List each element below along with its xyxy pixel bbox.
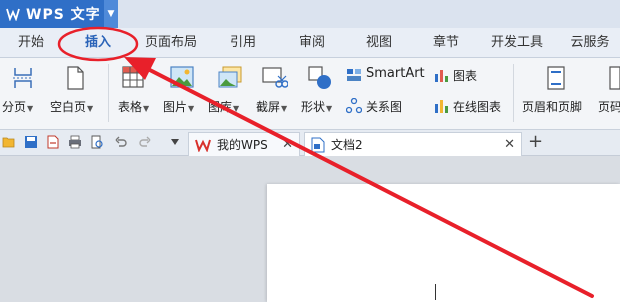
header-footer-icon[interactable] <box>546 66 566 90</box>
shapes-button[interactable]: 形状▼ <box>301 98 332 115</box>
text-cursor <box>435 284 436 300</box>
table-button[interactable]: 表格▼ <box>118 98 149 115</box>
page-break-icon[interactable] <box>12 66 34 90</box>
wps-logo-icon <box>6 8 20 21</box>
online-chart-icon[interactable] <box>434 98 450 114</box>
app-dropdown-icon[interactable]: ▼ <box>104 0 118 28</box>
screenshot-button[interactable]: 截屏▼ <box>256 98 287 115</box>
doc-tab-my-wps[interactable]: 我的WPS ✕ <box>188 132 300 156</box>
picture-icon[interactable] <box>170 66 194 88</box>
tab-references[interactable]: 引用 <box>228 28 258 58</box>
screenshot-icon[interactable] <box>262 66 288 90</box>
blank-page-button[interactable]: 空白页▼ <box>50 98 93 115</box>
document-icon <box>311 137 325 152</box>
tab-insert[interactable]: 插入 <box>83 28 113 58</box>
close-icon[interactable]: ✕ <box>504 137 515 152</box>
document-page[interactable] <box>267 184 620 302</box>
ribbon-tab-bar: 开始 插入 页面布局 引用 审阅 视图 章节 开发工具 云服务 <box>0 28 620 58</box>
chart-button[interactable]: 图表 <box>453 67 477 84</box>
app-title: WPS 文字 <box>26 7 101 23</box>
document-workspace <box>0 156 620 302</box>
customize-toolbar-icon[interactable] <box>170 138 180 146</box>
doc-tab-label: 我的WPS <box>217 138 268 152</box>
table-icon[interactable] <box>122 66 144 88</box>
page-number-icon[interactable] <box>608 66 620 90</box>
open-folder-icon[interactable] <box>2 135 16 149</box>
blank-page-icon[interactable] <box>66 66 84 90</box>
print-preview-icon[interactable] <box>90 135 104 149</box>
doc-tab-document2[interactable]: 文档2 ✕ <box>304 132 522 156</box>
online-chart-button[interactable]: 在线图表 <box>453 98 501 115</box>
wps-logo-icon <box>195 139 211 152</box>
gallery-button[interactable]: 图库▼ <box>208 98 239 115</box>
doc-tab-label: 文档2 <box>331 138 363 152</box>
picture-button[interactable]: 图片▼ <box>163 98 194 115</box>
smartart-button[interactable]: SmartArt <box>366 66 425 81</box>
gallery-icon[interactable] <box>218 66 242 88</box>
app-menu-button[interactable]: WPS 文字 ▼ <box>0 0 118 28</box>
insert-ribbon: 分页▼ 空白页▼ 表格▼ 图片▼ 图库▼ 截屏▼ 形状▼ SmartArt 图表… <box>0 58 620 130</box>
tab-home[interactable]: 开始 <box>16 28 46 58</box>
tab-sections[interactable]: 章节 <box>431 28 461 58</box>
header-footer-button[interactable]: 页眉和页脚 <box>522 98 582 115</box>
shapes-icon[interactable] <box>308 66 332 90</box>
tab-page-layout[interactable]: 页面布局 <box>143 28 199 58</box>
page-number-button[interactable]: 页码 <box>598 98 620 115</box>
save-icon[interactable] <box>24 135 38 149</box>
quick-access-bar: 我的WPS ✕ 文档2 ✕ + <box>0 130 620 156</box>
tab-view[interactable]: 视图 <box>364 28 394 58</box>
chart-icon[interactable] <box>434 67 450 83</box>
export-pdf-icon[interactable] <box>46 135 60 149</box>
smartart-icon[interactable] <box>346 68 362 82</box>
tab-developer[interactable]: 开发工具 <box>489 28 545 58</box>
ribbon-divider <box>108 64 109 122</box>
close-icon[interactable]: ✕ <box>282 137 293 152</box>
relation-chart-icon[interactable] <box>346 98 362 114</box>
tab-review[interactable]: 审阅 <box>297 28 327 58</box>
undo-icon[interactable] <box>114 135 128 149</box>
print-icon[interactable] <box>68 135 82 149</box>
redo-icon[interactable] <box>138 135 152 149</box>
title-bar: WPS 文字 ▼ <box>0 0 620 28</box>
tab-cloud-service[interactable]: 云服务 <box>568 28 612 58</box>
page-break-button[interactable]: 分页▼ <box>2 98 33 115</box>
new-tab-button[interactable]: + <box>528 131 543 152</box>
ribbon-divider <box>513 64 514 122</box>
relation-chart-button[interactable]: 关系图 <box>366 98 402 115</box>
